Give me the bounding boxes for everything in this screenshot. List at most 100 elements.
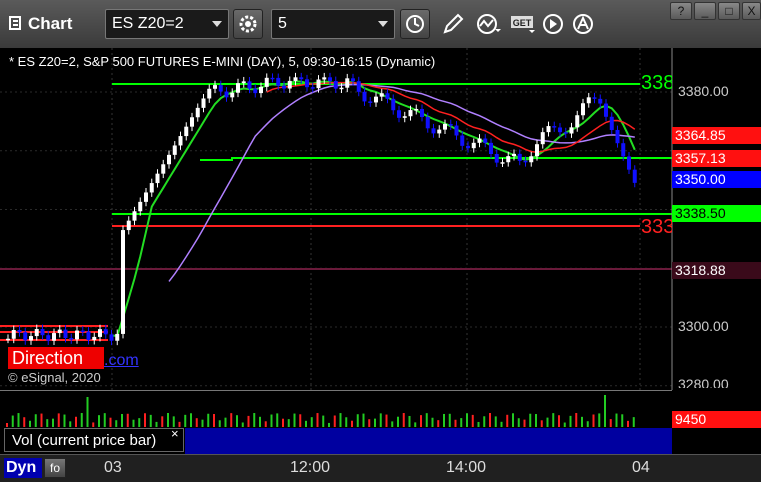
volume-bar: [621, 414, 624, 427]
candle-down: [109, 334, 114, 341]
candle-down: [282, 85, 286, 89]
price-tick-3300: 3300.00: [678, 318, 729, 334]
price-tick-3380: 3380.00: [678, 83, 729, 99]
volume-histogram[interactable]: [0, 390, 672, 429]
draw-button[interactable]: [438, 9, 468, 39]
maximize-button[interactable]: □: [718, 2, 740, 20]
volume-bar: [178, 421, 181, 427]
candle-down: [604, 103, 608, 117]
volume-bar: [29, 420, 31, 427]
chevron-down-icon[interactable]: [378, 21, 388, 27]
volume-bar: [184, 414, 187, 427]
symbol-combobox[interactable]: ES Z20=2: [105, 9, 229, 39]
volume-bar: [540, 420, 543, 427]
time-tick-1200: 12:00: [290, 459, 331, 476]
volume-bar: [121, 413, 123, 427]
interval-combobox[interactable]: 5: [271, 9, 395, 39]
red-level-edge-text: 333: [641, 216, 672, 238]
volume-bar: [75, 416, 77, 427]
svg-text:GET: GET: [513, 18, 532, 28]
maroon-line-price-label: 3318.88: [672, 262, 761, 279]
volume-bar: [402, 413, 405, 427]
close-button[interactable]: X: [742, 2, 761, 20]
volume-bar: [443, 413, 445, 427]
volume-bar: [431, 417, 434, 427]
candle-down: [425, 117, 430, 129]
dynamic-mode-label[interactable]: Dyn: [4, 458, 42, 478]
candle-up: [540, 132, 545, 145]
candle-down: [615, 129, 620, 144]
volume-bar: [34, 414, 37, 427]
chart-header: * ES Z20=2, S&P 500 FUTURES E-MINI (DAY)…: [9, 54, 436, 69]
volume-bar: [310, 417, 313, 427]
close-icon[interactable]: ×: [171, 426, 179, 441]
alert-a-icon: [573, 14, 593, 34]
volume-bar: [500, 421, 503, 427]
volume-bar: [190, 413, 192, 427]
candle-down: [385, 93, 390, 99]
settings-button[interactable]: [233, 9, 263, 39]
play-button[interactable]: [538, 9, 568, 39]
candle-down: [276, 77, 281, 86]
candle-down: [103, 329, 108, 335]
dynamic-mode-button[interactable]: fo: [44, 458, 66, 478]
candle-up: [293, 77, 298, 81]
website-link[interactable]: .com: [104, 352, 139, 370]
volume-bar: [460, 418, 463, 427]
candle-down: [299, 77, 304, 80]
candle-up: [132, 211, 137, 221]
studies-button[interactable]: [472, 9, 502, 39]
candle-down: [448, 123, 453, 126]
candle-down: [431, 128, 436, 134]
candle-up: [121, 230, 125, 334]
volume-bar: [299, 414, 302, 427]
clock-button[interactable]: [400, 9, 430, 39]
volume-bar: [282, 418, 284, 427]
candle-up: [408, 110, 413, 117]
get-data-button[interactable]: GET: [506, 9, 536, 39]
candle-down: [362, 91, 367, 102]
volume-bar: [155, 421, 158, 427]
volume-bar: [247, 415, 250, 427]
volume-bar: [305, 420, 307, 427]
candle-down: [621, 143, 626, 157]
app-logo-icon: [9, 16, 21, 30]
candle-down: [558, 127, 562, 133]
volume-bar: [103, 413, 106, 427]
candle-down: [523, 160, 528, 163]
candle-up: [512, 153, 516, 157]
chevron-down-icon[interactable]: [212, 21, 222, 27]
candle-down: [247, 81, 252, 89]
volume-bar: [575, 413, 578, 427]
candle-down: [270, 77, 275, 80]
candle-up: [471, 142, 476, 149]
candle-up: [126, 220, 131, 231]
candle-up: [581, 103, 585, 116]
volume-bar: [149, 414, 152, 427]
volume-bar: [604, 395, 606, 427]
candle-up: [402, 116, 407, 118]
copyright-text: © eSignal, 2020: [8, 370, 101, 385]
volume-bar: [609, 419, 612, 427]
volume-bar: [201, 419, 204, 427]
volume-bar: [46, 419, 49, 427]
volume-bar: [11, 415, 14, 427]
volume-bar: [230, 413, 233, 427]
candle-down: [517, 153, 522, 161]
help-button[interactable]: ?: [670, 2, 692, 20]
time-tick-03: 03: [104, 459, 122, 476]
minimize-button[interactable]: _: [694, 2, 716, 20]
volume-bar: [40, 413, 43, 427]
volume-bar: [391, 421, 394, 427]
candle-up: [535, 144, 539, 157]
volume-bar: [264, 421, 267, 427]
alert-button[interactable]: [568, 9, 598, 39]
volume-bar: [86, 397, 89, 427]
volume-bar: [448, 413, 451, 427]
volume-bar: [494, 416, 497, 427]
volume-bar: [17, 413, 20, 427]
candle-up: [34, 329, 39, 337]
volume-bar: [563, 422, 566, 427]
volume-bar: [615, 413, 618, 427]
settings-gear-icon: [239, 15, 257, 33]
